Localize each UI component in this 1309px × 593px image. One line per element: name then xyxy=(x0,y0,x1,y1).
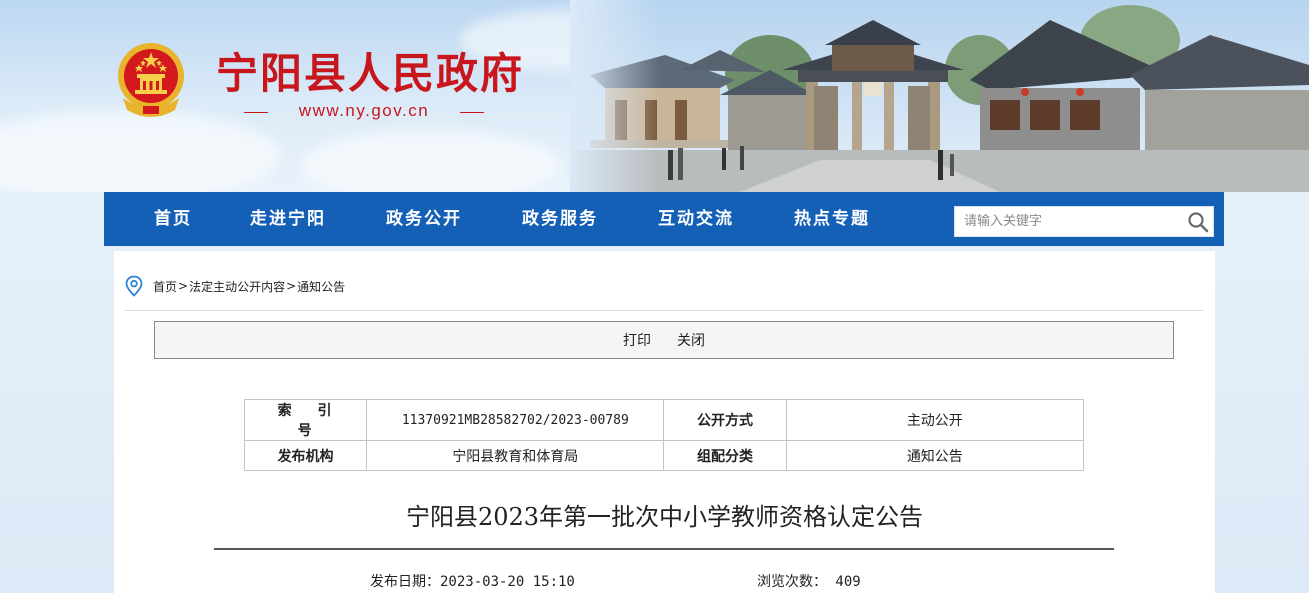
ancient-town-scenery xyxy=(570,0,1309,192)
main-nav: 首页 走进宁阳 政务公开 政务服务 互动交流 热点专题 xyxy=(104,192,1224,246)
breadcrumb-divider xyxy=(124,310,1204,311)
nav-item-hot-topics[interactable]: 热点专题 xyxy=(794,192,870,246)
publisher-value: 宁阳县教育和体育局 xyxy=(366,440,665,471)
category-label: 组配分类 xyxy=(663,440,787,471)
view-count: 浏览次数： 409 xyxy=(757,574,861,590)
title-divider xyxy=(214,548,1114,550)
national-emblem-icon xyxy=(118,43,184,117)
breadcrumb-home-link[interactable]: 首页 xyxy=(153,278,177,295)
search-box xyxy=(954,206,1214,237)
location-pin-icon xyxy=(125,275,143,297)
disclosure-method-label: 公开方式 xyxy=(663,399,787,441)
nav-item-government-services[interactable]: 政务服务 xyxy=(522,192,598,246)
breadcrumb-separator: > xyxy=(178,279,189,293)
content-panel: 首页 > 法定主动公开内容 > 通知公告 打印 关闭 索引号 11370921M… xyxy=(114,251,1215,593)
publisher-label: 发布机构 xyxy=(243,440,368,471)
search-input[interactable] xyxy=(955,207,1180,236)
article-title: 宁阳县2023年第一批次中小学教师资格认定公告 xyxy=(405,503,924,531)
site-url: www.ny.gov.cn xyxy=(244,101,484,121)
article-toolbar: 打印 关闭 xyxy=(154,321,1174,359)
disclosure-method-value: 主动公开 xyxy=(785,399,1085,441)
site-title: 宁阳县人民政府 xyxy=(216,49,525,98)
search-icon[interactable] xyxy=(1187,211,1209,233)
nav-item-interaction[interactable]: 互动交流 xyxy=(658,192,734,246)
index-number-label: 索引号 xyxy=(243,399,368,441)
breadcrumb-mandatory-disclosure-link[interactable]: 法定主动公开内容 xyxy=(189,278,285,295)
document-metadata-table: 索引号 11370921MB28582702/2023-00789 公开方式 主… xyxy=(243,399,1085,471)
publish-date: 发布日期：2023-03-20 15:10 xyxy=(370,574,575,590)
index-number-value: 11370921MB28582702/2023-00789 xyxy=(366,399,665,441)
breadcrumb-notices-link[interactable]: 通知公告 xyxy=(297,278,345,295)
close-button[interactable]: 关闭 xyxy=(677,330,705,350)
breadcrumb-separator: > xyxy=(286,279,297,293)
nav-item-home[interactable]: 首页 xyxy=(154,192,192,246)
header-banner: 宁阳县人民政府 www.ny.gov.cn xyxy=(0,0,1309,192)
table-row: 发布机构 宁阳县教育和体育局 组配分类 通知公告 xyxy=(243,440,1085,471)
nav-item-government-disclosure[interactable]: 政务公开 xyxy=(386,192,462,246)
nav-item-about-ningyang[interactable]: 走进宁阳 xyxy=(250,192,326,246)
category-value: 通知公告 xyxy=(785,440,1085,471)
cloud-decoration xyxy=(300,130,560,192)
table-row: 索引号 11370921MB28582702/2023-00789 公开方式 主… xyxy=(243,399,1085,441)
print-button[interactable]: 打印 xyxy=(623,330,651,350)
breadcrumb: 首页 > 法定主动公开内容 > 通知公告 xyxy=(124,275,345,297)
cloud-decoration xyxy=(0,110,280,192)
